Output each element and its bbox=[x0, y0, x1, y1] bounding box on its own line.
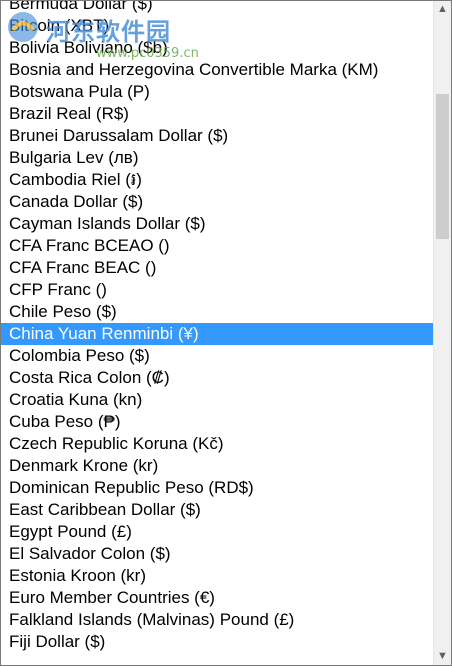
scrollbar-thumb[interactable] bbox=[436, 94, 449, 239]
list-item[interactable]: Brazil Real (R$) bbox=[1, 103, 433, 125]
list-item[interactable]: Botswana Pula (P) bbox=[1, 81, 433, 103]
currency-listbox[interactable]: Bermuda Dollar ($) Bitcoin (XBT) Bolivia B… bbox=[0, 0, 452, 666]
scrollbar-track[interactable] bbox=[434, 18, 451, 648]
list-item[interactable]: Chile Peso ($) bbox=[1, 301, 433, 323]
list-item[interactable]: Bermuda Dollar ($) bbox=[1, 1, 433, 15]
list-item[interactable]: Costa Rica Colon (₡) bbox=[1, 367, 433, 389]
list-item[interactable]: Estonia Kroon (kr) bbox=[1, 565, 433, 587]
list-item[interactable]: Bulgaria Lev (лв) bbox=[1, 147, 433, 169]
list-item[interactable]: Egypt Pound (£) bbox=[1, 521, 433, 543]
vertical-scrollbar[interactable]: ▲ ▼ bbox=[433, 1, 451, 665]
list-item[interactable]: El Salvador Colon ($) bbox=[1, 543, 433, 565]
list-item[interactable]: Croatia Kuna (kn) bbox=[1, 389, 433, 411]
list-item[interactable]: Bosnia and Herzegovina Convertible Marka… bbox=[1, 59, 433, 81]
list-item[interactable]: Brunei Darussalam Dollar ($) bbox=[1, 125, 433, 147]
list-item[interactable]: CFP Franc () bbox=[1, 279, 433, 301]
list-item[interactable]: Cuba Peso (₱) bbox=[1, 411, 433, 433]
list-item[interactable]: CFA Franc BCEAO () bbox=[1, 235, 433, 257]
list-item[interactable]: Dominican Republic Peso (RD$) bbox=[1, 477, 433, 499]
list-item[interactable]: Euro Member Countries (€) bbox=[1, 587, 433, 609]
scroll-up-icon[interactable]: ▲ bbox=[434, 1, 451, 18]
list-item[interactable]: CFA Franc BEAC () bbox=[1, 257, 433, 279]
list-item[interactable]: Colombia Peso ($) bbox=[1, 345, 433, 367]
list-item[interactable]: Bolivia Boliviano ($b) bbox=[1, 37, 433, 59]
list-item[interactable]: Denmark Krone (kr) bbox=[1, 455, 433, 477]
list-item[interactable]: Falkland Islands (Malvinas) Pound (£) bbox=[1, 609, 433, 631]
list-item[interactable]: Bitcoin (XBT) bbox=[1, 15, 433, 37]
scroll-down-icon[interactable]: ▼ bbox=[434, 648, 451, 665]
list-item-selected[interactable]: China Yuan Renminbi (¥) bbox=[1, 323, 433, 345]
list-item[interactable]: East Caribbean Dollar ($) bbox=[1, 499, 433, 521]
list-item[interactable]: Cayman Islands Dollar ($) bbox=[1, 213, 433, 235]
list-item[interactable]: Czech Republic Koruna (Kč) bbox=[1, 433, 433, 455]
currency-list: Bermuda Dollar ($) Bitcoin (XBT) Bolivia B… bbox=[1, 1, 433, 653]
list-item[interactable]: Canada Dollar ($) bbox=[1, 191, 433, 213]
list-item[interactable]: Cambodia Riel (៛) bbox=[1, 169, 433, 191]
list-item[interactable]: Fiji Dollar ($) bbox=[1, 631, 433, 653]
